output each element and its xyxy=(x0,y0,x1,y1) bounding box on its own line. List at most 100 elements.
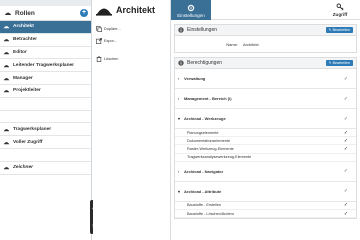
role-icon xyxy=(3,26,10,29)
name-label: Name: xyxy=(226,41,238,47)
sidebar-item xyxy=(0,111,91,124)
role-title: Architekt xyxy=(116,5,156,15)
permission-item[interactable]: Baustoffe - Löschen/Ändern ✓ xyxy=(175,210,356,219)
permission-label: Management - Bereich (i) xyxy=(184,96,232,101)
sidebar-item[interactable]: Zeichner xyxy=(0,162,91,175)
gear-icon xyxy=(187,4,195,12)
edit-settings-button[interactable]: ✎ Bearbeiten xyxy=(325,27,353,33)
permission-label: Archicad - Navigator xyxy=(184,168,224,174)
export-icon xyxy=(96,38,102,44)
add-role-button[interactable]: + xyxy=(80,9,88,17)
sidebar-item-label: Betrachter xyxy=(13,37,37,43)
check-icon: ✓ xyxy=(343,188,349,195)
permission-label: Verwaltung xyxy=(184,76,206,81)
sidebar-item[interactable]: Editor xyxy=(0,47,91,60)
check-icon: ✓ xyxy=(343,129,349,136)
role-detail-panel: Architekt Duplizie... Expor... Löschen xyxy=(93,0,171,240)
role-list: Architekt Betrachter Editor Leitender Tragw… xyxy=(0,21,91,175)
sidebar-item[interactable]: Projektleiter xyxy=(0,85,91,98)
check-icon: ✓ xyxy=(343,137,349,144)
permission-item[interactable]: Dokumentationselemente ✓ xyxy=(175,137,356,146)
settings-section-title: Einstellungen xyxy=(187,27,218,33)
permission-group[interactable]: ▾ Archicad - Werkzeuge ✓ xyxy=(175,109,356,129)
action-label: Löschen xyxy=(104,57,119,61)
sidebar-item[interactable]: Leitender Tragwerksplaner xyxy=(0,59,91,73)
permission-label: Baustoffe - Löschen/Ändern xyxy=(187,211,235,216)
sidebar-item[interactable]: Tragwerksplaner xyxy=(0,123,91,137)
sidebar-header: Rollen + xyxy=(0,6,91,21)
chevron-right-icon: › xyxy=(178,168,180,174)
role-icon xyxy=(3,64,10,68)
info-icon xyxy=(178,60,184,66)
tab-access-label: Zugriff xyxy=(332,12,348,17)
app-window: Rollen + Architekt Betrachter Editor Leiten… xyxy=(0,0,360,240)
permission-item[interactable]: Baustoffe - Erstellen ✓ xyxy=(175,202,356,210)
sidebar-item-label: Architekt xyxy=(13,24,34,30)
permission-group[interactable]: › Archicad - Navigator ✓ xyxy=(175,162,356,182)
check-icon: ✓ xyxy=(343,168,349,175)
sidebar-item-label: Tragwerksplaner xyxy=(13,126,52,132)
permission-item[interactable]: Planungselemente ✓ xyxy=(175,129,356,138)
sidebar-item[interactable]: Architekt xyxy=(0,21,91,34)
roles-sidebar: Rollen + Architekt Betrachter Editor Leiten… xyxy=(0,0,92,240)
action-export[interactable]: Expor... xyxy=(96,38,130,44)
permission-label: Raster-Werkzeug-Elemente xyxy=(187,146,234,151)
permission-group[interactable]: › Verwaltung ✓ xyxy=(175,69,356,89)
permissions-section-header: Berechtigungen ✎ Bearbeiten xyxy=(175,58,356,69)
action-label: Expor... xyxy=(104,39,117,43)
action-label: Duplizie... xyxy=(104,27,121,31)
tab-spacer xyxy=(211,0,320,19)
permission-group[interactable]: ▾ Archicad - Attribute ✓ xyxy=(175,182,356,202)
action-duplicate[interactable]: Duplizie... xyxy=(96,26,130,32)
check-icon: ✓ xyxy=(343,210,349,217)
tab-settings[interactable]: Einstellungen xyxy=(171,0,211,20)
check-icon: ✓ xyxy=(343,75,349,82)
permission-item[interactable]: Tragwerksanalysewerkzeug-Elemente xyxy=(175,154,356,162)
settings-section: Einstellungen ✎ Bearbeiten Name: Archite… xyxy=(174,24,357,53)
permission-label: Archicad - Werkzeuge xyxy=(184,116,226,121)
role-icon xyxy=(3,90,10,93)
sidebar-item-label: Leitender Tragwerksplaner xyxy=(13,62,75,68)
role-actions: Duplizie... Expor... Löschen xyxy=(93,20,170,62)
delete-icon xyxy=(96,56,102,62)
tab-access[interactable]: Zugriff xyxy=(320,0,360,19)
permissions-section-title: Berechtigungen xyxy=(187,60,223,66)
sidebar-item[interactable]: Manager xyxy=(0,72,91,85)
name-row: Name: Architekt xyxy=(175,36,356,52)
permission-label: Archicad - Attribute xyxy=(184,188,222,194)
chevron-down-icon: ▾ xyxy=(178,188,181,194)
permission-item[interactable]: Raster-Werkzeug-Elemente ✓ xyxy=(175,145,356,154)
permissions-list: › Verwaltung ✓ › Management - Bereich (i) ✓ ▾ A… xyxy=(175,69,356,219)
permission-group[interactable]: › Management - Bereich (i) ✓ xyxy=(175,89,356,109)
edit-permissions-label: Bearbeiten xyxy=(332,61,350,65)
edit-permissions-button[interactable]: ✎ Bearbeiten xyxy=(325,60,353,66)
permission-label: Planungselemente xyxy=(187,130,219,135)
role-icon xyxy=(3,128,10,132)
sidebar-item[interactable]: Betrachter xyxy=(0,34,91,47)
role-icon xyxy=(3,39,10,42)
chevron-down-icon: ▾ xyxy=(178,116,181,121)
sidebar-item[interactable]: Voller Zugriff xyxy=(0,136,91,149)
tab-settings-label: Einstellungen xyxy=(177,13,205,18)
sidebar-item-label: Zeichner xyxy=(13,165,33,171)
sidebar-item xyxy=(0,98,91,111)
sidebar-item-label: Voller Zugriff xyxy=(13,139,43,145)
check-icon: ✓ xyxy=(343,202,349,209)
edit-settings-label: Bearbeiten xyxy=(332,28,350,32)
check-icon: ✓ xyxy=(343,95,349,102)
chevron-right-icon: › xyxy=(178,76,180,81)
role-helmet-icon xyxy=(96,8,112,16)
permission-label: Dokumentationselemente xyxy=(187,138,231,143)
action-delete[interactable]: Löschen xyxy=(96,56,130,62)
settings-section-header: Einstellungen ✎ Bearbeiten xyxy=(175,25,356,36)
sidebar-item xyxy=(0,149,91,162)
role-icon xyxy=(3,52,10,55)
role-icon xyxy=(3,167,10,170)
chevron-right-icon: › xyxy=(178,96,180,101)
panel-tabs: Einstellungen Zugriff xyxy=(171,0,360,20)
sidebar-item-label: Projektleiter xyxy=(13,88,41,94)
sidebar-item-label: Editor xyxy=(13,49,27,55)
check-icon: ✓ xyxy=(343,115,349,122)
key-icon xyxy=(336,3,344,11)
check-icon: ✓ xyxy=(343,145,349,152)
